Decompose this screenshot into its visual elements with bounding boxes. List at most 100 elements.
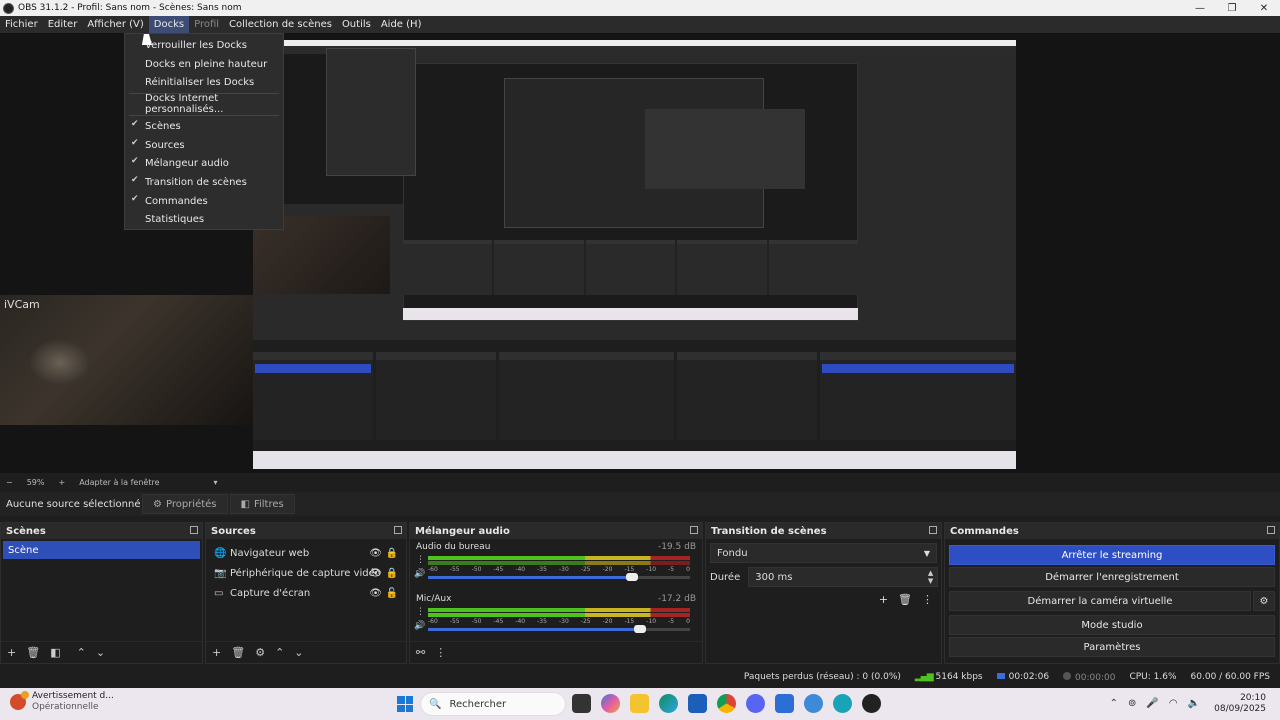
filter-icon[interactable]: ◧ bbox=[50, 646, 60, 659]
undock-icon[interactable] bbox=[690, 526, 698, 534]
maximize-icon[interactable]: ❐ bbox=[1216, 0, 1248, 16]
start-virtualcam-button[interactable]: Démarrer la caméra virtuelle bbox=[949, 591, 1251, 611]
eye-icon[interactable]: 👁 bbox=[369, 588, 382, 599]
source-item[interactable]: 🌐 Navigateur web 👁 🔒 bbox=[206, 543, 406, 563]
file-explorer-icon[interactable] bbox=[630, 694, 649, 713]
unlock-icon[interactable]: 🔓 bbox=[386, 588, 398, 599]
trash-icon[interactable]: 🗑 bbox=[231, 646, 245, 659]
mic-icon[interactable]: 🎤 bbox=[1146, 698, 1158, 709]
menu-collection[interactable]: Collection de scènes bbox=[224, 16, 337, 33]
speaker-icon[interactable]: 🔊 bbox=[414, 621, 425, 631]
filters-button[interactable]: ◧ Filtres bbox=[229, 494, 295, 514]
preview-canvas[interactable] bbox=[253, 40, 1016, 469]
app-icon[interactable] bbox=[833, 694, 852, 713]
settings-button[interactable]: Paramètres bbox=[949, 637, 1275, 657]
copilot-icon[interactable] bbox=[601, 694, 620, 713]
trash-icon[interactable]: 🗑 bbox=[898, 593, 912, 606]
studio-mode-button[interactable]: Mode studio bbox=[949, 615, 1275, 635]
chrome-icon[interactable] bbox=[717, 694, 736, 713]
properties-button[interactable]: ⚙ Propriétés bbox=[142, 494, 228, 514]
more-icon[interactable]: ⋮ bbox=[416, 607, 425, 617]
add-icon[interactable]: + bbox=[879, 593, 888, 606]
audio-meter bbox=[428, 556, 690, 560]
windows-start-icon[interactable] bbox=[397, 696, 413, 712]
taskbar-search[interactable]: 🔍 Rechercher bbox=[420, 692, 566, 716]
menu-item-sources[interactable]: ✔ Sources bbox=[125, 136, 283, 154]
volume-knob[interactable] bbox=[626, 573, 639, 581]
task-view-icon[interactable] bbox=[572, 694, 591, 713]
speaker-icon[interactable]: 🔊 bbox=[414, 569, 425, 579]
menu-item-reset-docks[interactable]: Réinitialiser les Docks bbox=[125, 73, 283, 91]
menu-fichier[interactable]: Fichier bbox=[0, 16, 43, 33]
undock-icon[interactable] bbox=[1267, 526, 1275, 534]
scenes-dock-header: Scènes bbox=[1, 523, 202, 539]
start-recording-button[interactable]: Démarrer l'enregistrement bbox=[949, 567, 1275, 587]
menu-afficher[interactable]: Afficher (V) bbox=[82, 16, 148, 33]
trash-icon[interactable]: 🗑 bbox=[26, 646, 40, 659]
lock-icon[interactable]: 🔒 bbox=[386, 548, 398, 559]
zoom-fit-select[interactable]: Adapter à la fenêtre bbox=[79, 478, 159, 487]
more-icon[interactable]: ⋮ bbox=[435, 646, 446, 659]
gear-icon[interactable]: ⚙ bbox=[255, 646, 265, 659]
chevron-up-icon[interactable]: ⌃ bbox=[77, 646, 86, 659]
docks-dropdown-menu: Verrouiller les Docks Docks en pleine ha… bbox=[124, 33, 284, 230]
source-item[interactable]: 📷 Périphérique de capture vidéo 👁 🔒 bbox=[206, 563, 406, 583]
app-icon[interactable] bbox=[775, 694, 794, 713]
discord-icon[interactable] bbox=[746, 694, 765, 713]
duration-input[interactable]: 300 ms ▲ ▼ bbox=[748, 567, 939, 587]
chevron-down-icon[interactable]: ⌄ bbox=[294, 646, 303, 659]
menu-item-controls[interactable]: ✔ Commandes bbox=[125, 192, 283, 210]
menu-outils[interactable]: Outils bbox=[337, 16, 376, 33]
obs-taskbar-icon[interactable] bbox=[862, 694, 881, 713]
volume-icon[interactable]: 🔈 bbox=[1188, 698, 1200, 709]
zoom-in-icon[interactable]: + bbox=[58, 478, 65, 487]
volume-slider[interactable] bbox=[428, 573, 690, 581]
minimize-icon[interactable]: — bbox=[1184, 0, 1216, 16]
spinner-icon[interactable]: ▲ ▼ bbox=[928, 569, 933, 585]
notification-widget[interactable]: Avertissement d... Opérationnelle bbox=[10, 691, 114, 713]
menu-docks[interactable]: Docks bbox=[148, 16, 190, 33]
more-icon[interactable]: ⋮ bbox=[416, 555, 425, 565]
link-icon[interactable]: ⚯ bbox=[416, 646, 425, 659]
chevron-up-icon[interactable]: ⌃ bbox=[275, 646, 284, 659]
close-icon[interactable]: ✕ bbox=[1248, 0, 1280, 16]
menu-profil[interactable]: Profil bbox=[189, 16, 224, 33]
add-icon[interactable]: + bbox=[7, 646, 16, 659]
menu-item-custom-browser-docks[interactable]: Docks Internet personnalisés... bbox=[125, 93, 283, 115]
menu-item-scenes[interactable]: ✔ Scènes bbox=[125, 117, 283, 135]
wifi-icon[interactable]: ◠ bbox=[1169, 698, 1178, 709]
store-icon[interactable] bbox=[688, 694, 707, 713]
eye-icon[interactable]: 👁 bbox=[369, 548, 382, 559]
meter-scale-label: -30 bbox=[558, 566, 569, 573]
chevron-down-icon[interactable]: ▾ bbox=[213, 478, 217, 487]
chevron-up-icon[interactable]: ⌃ bbox=[1110, 698, 1118, 709]
vpn-icon[interactable]: ⊚ bbox=[1128, 698, 1136, 709]
eye-icon[interactable]: 👁 bbox=[369, 568, 382, 579]
app-icon[interactable] bbox=[804, 694, 823, 713]
zoom-out-icon[interactable]: − bbox=[6, 478, 13, 487]
menu-item-stats[interactable]: Statistiques bbox=[125, 210, 283, 228]
menu-aide[interactable]: Aide (H) bbox=[376, 16, 427, 33]
meter-scale-label: -45 bbox=[493, 566, 504, 573]
menu-item-audio-mixer[interactable]: ✔ Mélangeur audio bbox=[125, 154, 283, 172]
volume-knob[interactable] bbox=[634, 625, 647, 633]
undock-icon[interactable] bbox=[394, 526, 402, 534]
clock[interactable]: 20:10 08/09/2025 bbox=[1214, 693, 1266, 715]
stop-streaming-button[interactable]: Arrêter le streaming bbox=[949, 545, 1275, 565]
menu-item-scene-transitions[interactable]: ✔ Transition de scènes bbox=[125, 173, 283, 191]
gear-icon[interactable]: ⚙ bbox=[1253, 591, 1275, 611]
source-item[interactable]: ▭ Capture d'écran 👁 🔓 bbox=[206, 583, 406, 603]
monitor-icon: ▭ bbox=[214, 587, 224, 599]
transition-select[interactable]: Fondu ▼ bbox=[710, 543, 937, 563]
menu-editer[interactable]: Editer bbox=[43, 16, 83, 33]
chevron-down-icon[interactable]: ⌄ bbox=[96, 646, 105, 659]
menu-item-full-height-docks[interactable]: Docks en pleine hauteur bbox=[125, 55, 283, 73]
undock-icon[interactable] bbox=[190, 526, 198, 534]
add-icon[interactable]: + bbox=[212, 646, 221, 659]
undock-icon[interactable] bbox=[929, 526, 937, 534]
volume-slider[interactable] bbox=[428, 625, 690, 633]
more-icon[interactable]: ⋮ bbox=[922, 593, 933, 606]
scene-item[interactable]: Scène bbox=[3, 541, 200, 559]
lock-icon[interactable]: 🔒 bbox=[386, 568, 398, 579]
edge-icon[interactable] bbox=[659, 694, 678, 713]
